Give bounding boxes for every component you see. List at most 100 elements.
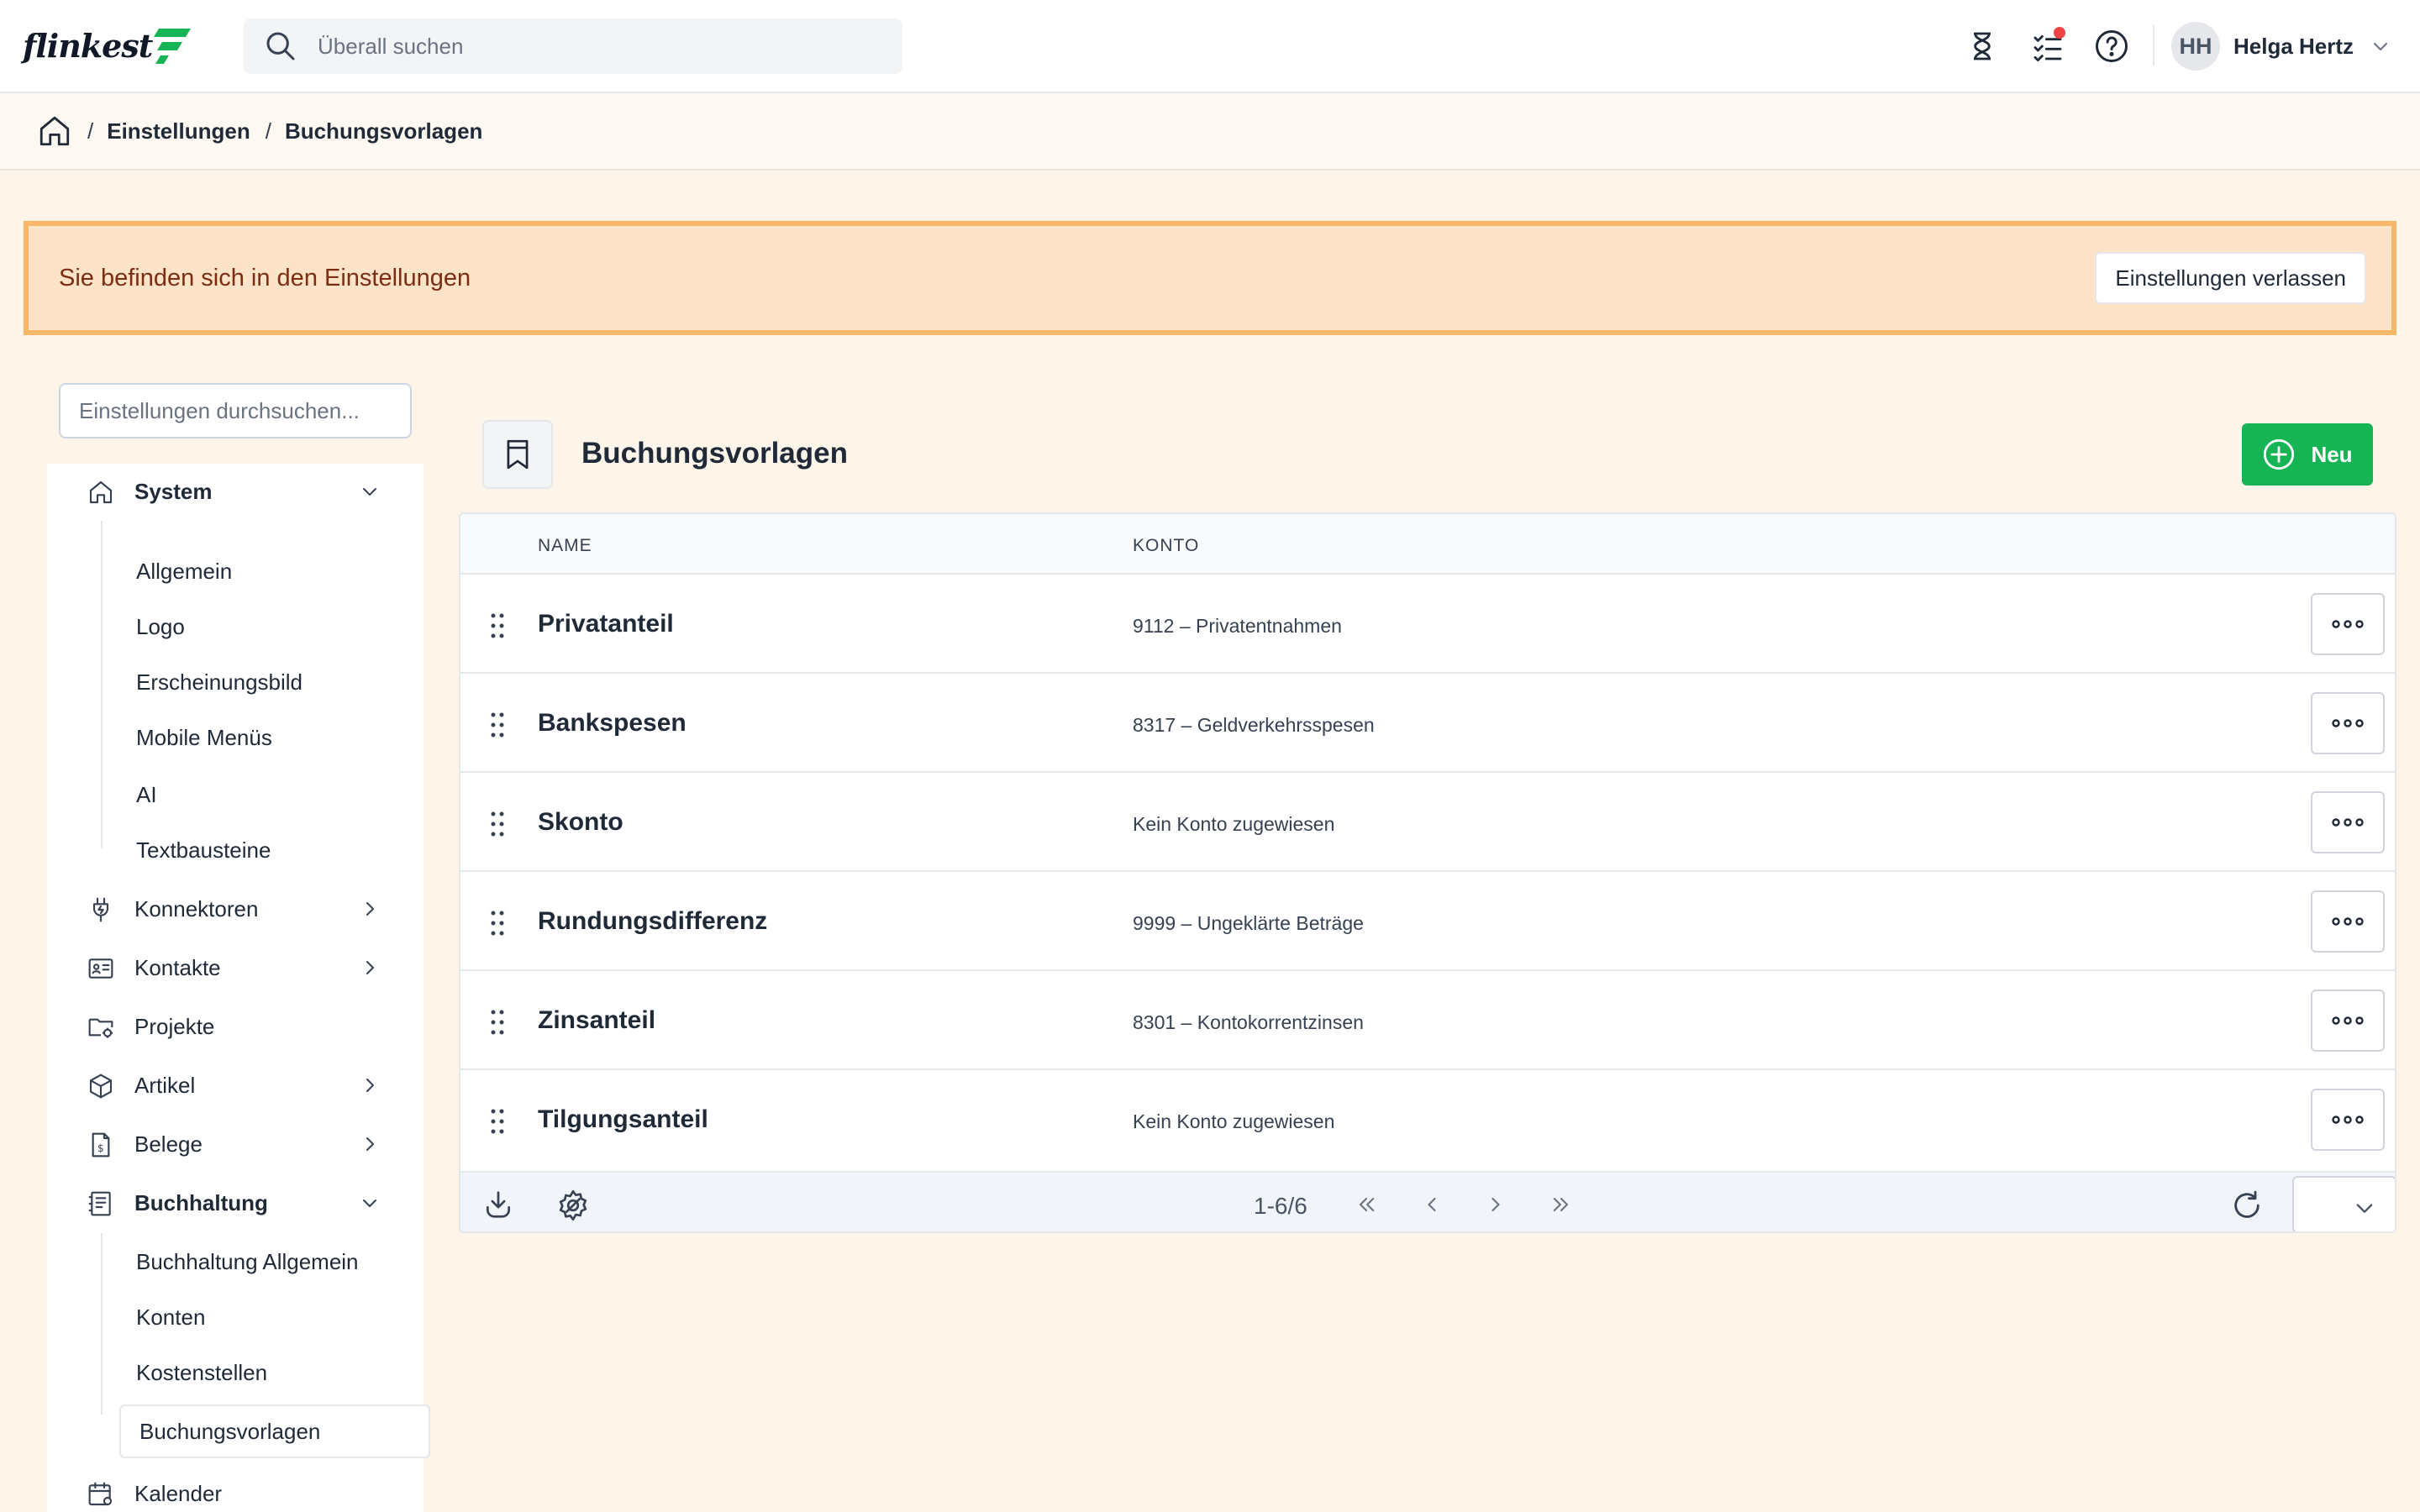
tasks-button[interactable] <box>2025 24 2070 69</box>
leave-settings-button[interactable]: Einstellungen verlassen <box>2095 252 2366 304</box>
hourglass-button[interactable] <box>1960 24 2005 69</box>
svg-text:$: $ <box>97 1142 104 1154</box>
drag-handle-icon[interactable] <box>489 712 506 738</box>
hourglass-icon <box>1974 32 1991 60</box>
global-search-input[interactable] <box>318 33 855 60</box>
plus-circle-icon <box>2264 438 2295 470</box>
home-icon <box>89 480 113 504</box>
row-name: Privatanteil <box>538 610 674 638</box>
chevron-right-icon <box>366 1137 374 1151</box>
page-size-select[interactable] <box>2292 1176 2395 1231</box>
row-konto: 8301 – Kontokorrentzinsen <box>1133 1011 1364 1033</box>
table-row[interactable]: Skonto Kein Konto zugewiesen <box>460 773 2395 872</box>
chevron-down-icon <box>363 488 376 496</box>
nav-subitem-ai[interactable]: AI <box>136 778 157 811</box>
nav-item-konnektoren[interactable]: Konnektoren <box>47 884 424 934</box>
nav-item-projekte[interactable]: Projekte <box>47 1001 424 1052</box>
home-icon[interactable] <box>37 113 72 149</box>
previous-page-icon[interactable] <box>1420 1193 1444 1216</box>
chevron-right-icon <box>366 1079 374 1092</box>
avatar: HH <box>2171 22 2220 71</box>
breadcrumb-item-einstellungen[interactable]: Einstellungen <box>107 118 250 144</box>
last-page-icon[interactable] <box>1549 1193 1573 1216</box>
top-bar: flinkest HH Helga Hertz <box>0 0 2420 93</box>
nav-item-kalender[interactable]: Kalender <box>47 1468 424 1512</box>
nav-item-label: Projekte <box>134 1013 215 1039</box>
breadcrumb-separator: / <box>87 118 94 144</box>
more-dots-icon <box>2332 719 2364 727</box>
settings-banner-text: Sie befinden sich in den Einstellungen <box>59 264 471 291</box>
column-header-konto[interactable]: KONTO <box>1133 536 1199 556</box>
calendar-gear-icon <box>88 1482 113 1506</box>
nav-subitem-kostenstellen[interactable]: Kostenstellen <box>136 1356 267 1389</box>
row-name: Bankspesen <box>538 709 687 737</box>
table-footer: 1-6/6 <box>460 1171 2395 1231</box>
logo-mark-icon <box>154 29 192 64</box>
submenu-line <box>101 1233 103 1415</box>
row-actions-button[interactable] <box>2311 990 2385 1052</box>
column-header-name[interactable]: NAME <box>538 536 592 556</box>
table-row[interactable]: Zinsanteil 8301 – Kontokorrentzinsen <box>460 971 2395 1070</box>
new-button-label: Neu <box>2311 441 2353 467</box>
nav-item-buchhaltung[interactable]: Buchhaltung <box>47 1178 424 1228</box>
drag-handle-icon[interactable] <box>489 1010 506 1035</box>
plug-icon <box>92 897 109 922</box>
nav-item-kontakte[interactable]: Kontakte <box>47 942 424 993</box>
download-icon[interactable] <box>482 1189 514 1221</box>
folder-gear-icon <box>88 1018 113 1038</box>
nav-item-system[interactable]: System <box>47 466 424 517</box>
breadcrumb-item-buchungsvorlagen[interactable]: Buchungsvorlagen <box>285 118 482 144</box>
nav-item-artikel[interactable]: Artikel <box>47 1060 424 1110</box>
new-button[interactable]: Neu <box>2242 423 2373 486</box>
table-row[interactable]: Privatanteil 9112 – Privatentnahmen <box>460 575 2395 674</box>
contact-card-icon <box>88 958 113 979</box>
row-konto: 9999 – Ungeklärte Beträge <box>1133 912 1364 934</box>
nav-item-belege[interactable]: $ Belege <box>47 1119 424 1169</box>
next-page-icon[interactable] <box>1484 1193 1507 1216</box>
settings-gear-icon[interactable] <box>556 1189 590 1222</box>
nav-subitem-erscheinungsbild[interactable]: Erscheinungsbild <box>136 665 302 699</box>
pagination-range: 1-6/6 <box>1254 1193 1307 1219</box>
first-page-icon[interactable] <box>1355 1193 1378 1216</box>
nav-subitem-logo[interactable]: Logo <box>136 610 185 643</box>
row-name: Tilgungsanteil <box>538 1105 708 1133</box>
more-dots-icon <box>2332 1016 2364 1025</box>
nav-item-label: Buchhaltung <box>134 1189 268 1215</box>
drag-handle-icon[interactable] <box>489 811 506 837</box>
table-row[interactable]: Bankspesen 8317 – Geldverkehrsspesen <box>460 674 2395 773</box>
buchungsvorlagen-table: NAME KONTO Privatanteil 9112 – Privatent… <box>459 512 2396 1233</box>
settings-search-input[interactable] <box>59 383 412 438</box>
nav-item-label: Kontakte <box>134 954 221 980</box>
refresh-icon[interactable] <box>2230 1189 2264 1222</box>
drag-handle-icon[interactable] <box>489 613 506 638</box>
help-button[interactable] <box>2089 24 2134 69</box>
global-search[interactable] <box>244 18 902 74</box>
nav-subitem-buchhaltung-allgemein[interactable]: Buchhaltung Allgemein <box>136 1245 359 1278</box>
nav-subitem-mobile-menues[interactable]: Mobile Menüs <box>136 721 272 754</box>
user-menu[interactable]: HH Helga Hertz <box>2171 22 2391 71</box>
row-actions-button[interactable] <box>2311 593 2385 655</box>
row-actions-button[interactable] <box>2311 692 2385 754</box>
chevron-down-icon <box>363 1200 376 1207</box>
nav-subitem-konten[interactable]: Konten <box>136 1300 205 1334</box>
settings-banner: Sie befinden sich in den Einstellungen E… <box>24 221 2396 335</box>
table-row[interactable]: Tilgungsanteil Kein Konto zugewiesen <box>460 1070 2395 1169</box>
drag-handle-icon[interactable] <box>489 911 506 936</box>
table-header: NAME KONTO <box>460 514 2395 575</box>
nav-item-label: System <box>134 478 213 504</box>
table-row[interactable]: Rundungsdifferenz 9999 – Ungeklärte Betr… <box>460 872 2395 971</box>
app-logo[interactable]: flinkest <box>23 22 192 69</box>
row-actions-button[interactable] <box>2311 791 2385 853</box>
row-name: Rundungsdifferenz <box>538 907 768 935</box>
row-actions-button[interactable] <box>2311 1089 2385 1151</box>
drag-handle-icon[interactable] <box>489 1109 506 1134</box>
nav-subitem-allgemein[interactable]: Allgemein <box>136 554 232 588</box>
row-konto: Kein Konto zugewiesen <box>1133 813 1335 835</box>
nav-subitem-textbausteine[interactable]: Textbausteine <box>136 833 271 867</box>
chevron-right-icon <box>366 902 374 916</box>
receipt-icon: $ <box>92 1132 110 1158</box>
row-actions-button[interactable] <box>2311 890 2385 953</box>
nav-subitem-buchungsvorlagen[interactable]: Buchungsvorlagen <box>119 1404 430 1458</box>
header-divider <box>2153 25 2154 66</box>
breadcrumb-separator: / <box>265 118 271 144</box>
